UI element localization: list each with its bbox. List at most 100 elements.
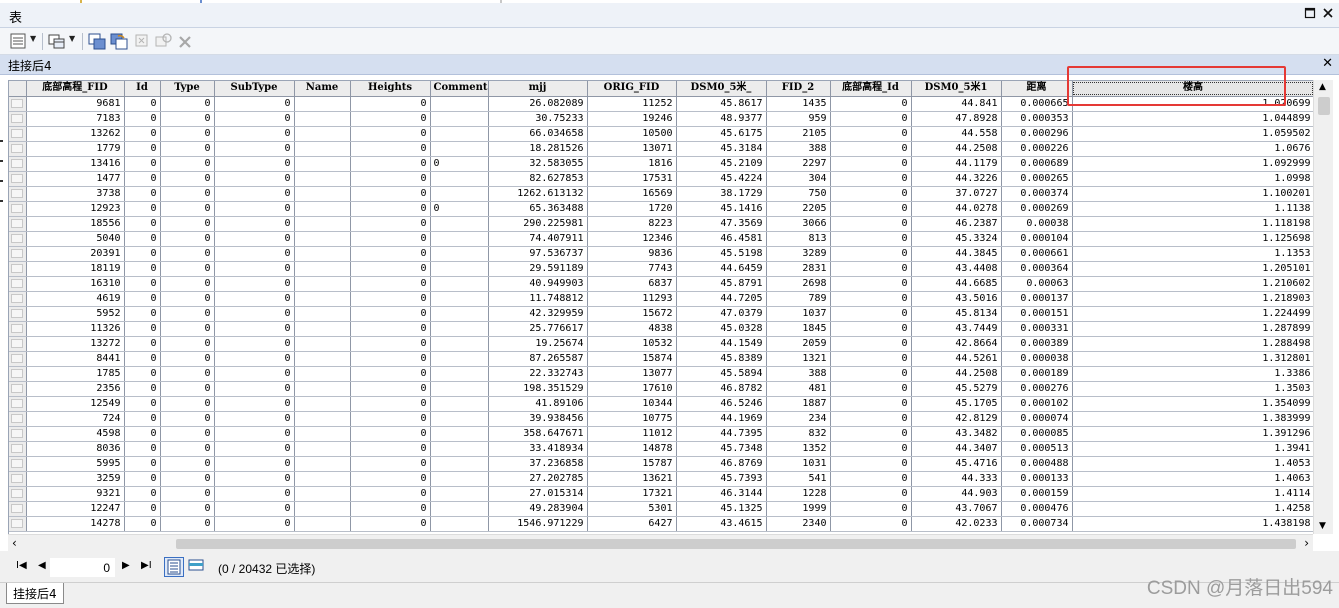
table-cell[interactable]: 74.407911 — [488, 231, 588, 247]
table-cell[interactable]: 0 — [160, 141, 215, 157]
table-cell[interactable]: 1.383999 — [1072, 411, 1313, 427]
table-row[interactable]: 9681 0 0 0 0 26.082089 11252 45.8617 1435 0 44.841… — [9, 96, 1313, 112]
table-row[interactable]: 18119 0 0 0 0 29.591189 7743 44.6459 2831 0 43.440… — [9, 261, 1313, 277]
table-cell[interactable]: 0 — [214, 516, 295, 532]
column-header[interactable]: Comment — [430, 81, 489, 97]
table-cell[interactable]: 12346 — [587, 231, 677, 247]
table-cell[interactable]: 2831 — [766, 261, 831, 277]
table-cell[interactable]: 0.00038 — [1001, 216, 1073, 232]
table-cell[interactable]: 0 — [124, 291, 161, 307]
column-header[interactable]: 底部高程_FID — [26, 81, 125, 97]
table-cell[interactable]: 13077 — [587, 366, 677, 382]
table-cell[interactable]: 0 — [830, 246, 912, 262]
table-cell[interactable]: 0 — [830, 351, 912, 367]
table-cell[interactable]: 0.000276 — [1001, 381, 1073, 397]
row-selector[interactable] — [9, 501, 27, 517]
table-cell[interactable]: 0 — [830, 111, 912, 127]
table-cell[interactable] — [294, 291, 351, 307]
table-cell[interactable]: 38.1729 — [676, 186, 767, 202]
table-cell[interactable]: 0 — [830, 171, 912, 187]
table-row[interactable]: 8036 0 0 0 0 33.418934 14878 45.7348 1352 0 44.340… — [9, 441, 1313, 457]
table-cell[interactable]: 959 — [766, 111, 831, 127]
table-cell[interactable]: 1785 — [26, 366, 125, 382]
table-cell[interactable] — [294, 201, 351, 217]
table-cell[interactable]: 46.5246 — [676, 396, 767, 412]
table-cell[interactable] — [294, 351, 351, 367]
table-cell[interactable]: 0 — [350, 156, 431, 172]
table-cell[interactable]: 0 — [160, 366, 215, 382]
table-row[interactable]: 1477 0 0 0 0 82.627853 17531 45.4224 304 0 44.3226… — [9, 171, 1313, 187]
table-cell[interactable]: 0 — [350, 336, 431, 352]
table-cell[interactable]: 26.082089 — [488, 96, 588, 112]
table-cell[interactable]: 1845 — [766, 321, 831, 337]
table-cell[interactable]: 1.438198 — [1072, 516, 1313, 532]
table-cell[interactable]: 47.8928 — [911, 111, 1002, 127]
table-cell[interactable]: 44.2508 — [911, 141, 1002, 157]
table-cell[interactable]: 1228 — [766, 486, 831, 502]
table-cell[interactable]: 0 — [214, 186, 295, 202]
row-selector[interactable] — [9, 486, 27, 502]
table-cell[interactable]: 1.224499 — [1072, 306, 1313, 322]
table-cell[interactable]: 0.000085 — [1001, 426, 1073, 442]
column-header[interactable]: ORIG_FID — [587, 81, 677, 97]
first-record-icon[interactable]: I◀ — [16, 560, 27, 571]
table-cell[interactable]: 13262 — [26, 126, 125, 142]
table-cell[interactable]: 10500 — [587, 126, 677, 142]
table-cell[interactable]: 18119 — [26, 261, 125, 277]
table-cell[interactable]: 0 — [830, 456, 912, 472]
table-cell[interactable] — [294, 456, 351, 472]
table-cell[interactable]: 10532 — [587, 336, 677, 352]
related-tables-button[interactable] — [48, 32, 66, 51]
table-cell[interactable]: 0 — [124, 456, 161, 472]
table-row[interactable]: 9321 0 0 0 0 27.015314 17321 46.3144 1228 0 44.903… — [9, 486, 1313, 502]
table-cell[interactable]: 0 — [830, 276, 912, 292]
table-cell[interactable]: 43.5016 — [911, 291, 1002, 307]
table-cell[interactable]: 43.7067 — [911, 501, 1002, 517]
table-cell[interactable]: 0 — [124, 201, 161, 217]
table-cell[interactable]: 45.3324 — [911, 231, 1002, 247]
table-cell[interactable]: 813 — [766, 231, 831, 247]
table-cell[interactable]: 1.4114 — [1072, 486, 1313, 502]
table-cell[interactable]: 1999 — [766, 501, 831, 517]
table-cell[interactable] — [430, 246, 489, 262]
table-cell[interactable]: 2205 — [766, 201, 831, 217]
scroll-up-icon[interactable]: ▲ — [1319, 82, 1326, 92]
table-cell[interactable]: 0 — [214, 261, 295, 277]
table-cell[interactable]: 12549 — [26, 396, 125, 412]
table-cell[interactable]: 20391 — [26, 246, 125, 262]
table-cell[interactable]: 234 — [766, 411, 831, 427]
table-cell[interactable]: 0 — [214, 306, 295, 322]
table-row[interactable]: 5952 0 0 0 0 42.329959 15672 47.0379 1037 0 45.813… — [9, 306, 1313, 322]
table-cell[interactable] — [294, 381, 351, 397]
table-cell[interactable]: 45.8389 — [676, 351, 767, 367]
table-cell[interactable]: 0 — [830, 291, 912, 307]
table-cell[interactable]: 0 — [124, 141, 161, 157]
table-cell[interactable]: 0 — [160, 111, 215, 127]
table-cell[interactable]: 0.000353 — [1001, 111, 1073, 127]
table-cell[interactable]: 1.288498 — [1072, 336, 1313, 352]
table-cell[interactable]: 65.363488 — [488, 201, 588, 217]
table-cell[interactable]: 0 — [214, 126, 295, 142]
table-cell[interactable]: 11293 — [587, 291, 677, 307]
table-cell[interactable] — [294, 411, 351, 427]
table-cell[interactable]: 1.4258 — [1072, 501, 1313, 517]
table-cell[interactable]: 1.044899 — [1072, 111, 1313, 127]
table-cell[interactable]: 1037 — [766, 306, 831, 322]
table-cell[interactable]: 0 — [830, 441, 912, 457]
table-cell[interactable]: 44.1549 — [676, 336, 767, 352]
table-cell[interactable]: 0 — [214, 231, 295, 247]
table-cell[interactable]: 45.3184 — [676, 141, 767, 157]
table-row[interactable]: 12923 0 0 0 0 0 65.363488 1720 45.1416 2205 0 44.02… — [9, 201, 1313, 217]
table-cell[interactable]: 0.000133 — [1001, 471, 1073, 487]
table-cell[interactable]: 43.4408 — [911, 261, 1002, 277]
table-cell[interactable]: 47.0379 — [676, 306, 767, 322]
table-cell[interactable]: 46.8769 — [676, 456, 767, 472]
table-cell[interactable]: 45.7348 — [676, 441, 767, 457]
column-header[interactable]: Type — [160, 81, 215, 97]
table-cell[interactable]: 0 — [124, 471, 161, 487]
table-cell[interactable]: 0 — [160, 306, 215, 322]
table-cell[interactable]: 0 — [124, 111, 161, 127]
column-header[interactable]: FID_2 — [766, 81, 831, 97]
chevron-down-icon[interactable]: ▼ — [69, 34, 75, 43]
last-record-icon[interactable]: ▶I — [141, 560, 152, 571]
